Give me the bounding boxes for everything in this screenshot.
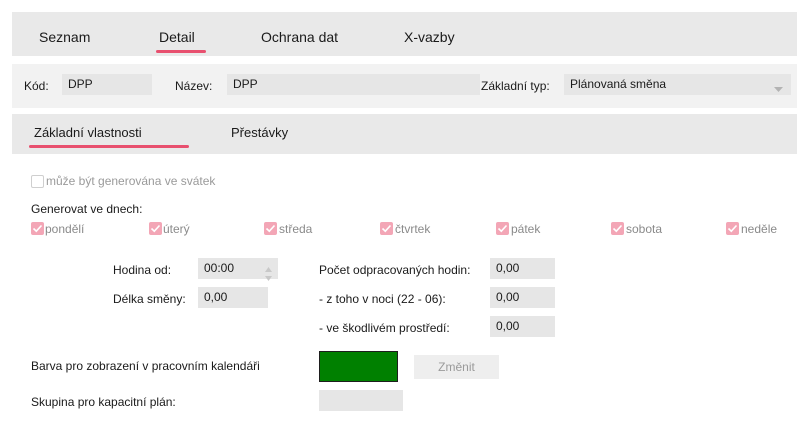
code-label: Kód: [24, 79, 49, 93]
day-checkbox-utery[interactable] [149, 222, 162, 235]
day-label-sobota: sobota [626, 222, 663, 236]
active-tab-indicator [156, 50, 206, 53]
top-tab-bar: Seznam Detail Ochrana dat X-vazby [12, 12, 797, 56]
start-hour-label: Hodina od: [113, 263, 172, 277]
capacity-group-label: Skupina pro kapacitní plán: [31, 395, 176, 409]
shift-length-field[interactable]: 0,00 [198, 287, 268, 308]
worked-hours-label: Počet odpracovaných hodin: [319, 263, 471, 277]
worked-hours-field[interactable]: 0,00 [490, 258, 555, 279]
code-field[interactable]: DPP [62, 74, 152, 95]
checkmark-icon [612, 224, 623, 233]
capacity-group-field[interactable] [319, 390, 403, 411]
tab-detail[interactable]: Detail [159, 29, 195, 45]
day-label-nedele: neděle [741, 222, 778, 236]
type-label: Základní typ: [481, 79, 550, 93]
night-hours-label: - z toho v noci (22 - 06): [319, 292, 446, 306]
header-row: Kód: DPP Název: DPP Základní typ: Plánov… [12, 64, 797, 108]
holiday-checkbox-label: může být generována ve svátek [46, 174, 216, 188]
name-label: Název: [175, 79, 213, 93]
day-label-patek: pátek [511, 222, 541, 236]
sub-tab-bar: Základní vlastnosti Přestávky [12, 114, 797, 154]
tab-prestavky[interactable]: Přestávky [231, 125, 288, 140]
day-checkbox-ctvrtek[interactable] [380, 222, 393, 235]
checkmark-icon [497, 224, 508, 233]
calendar-color-swatch[interactable] [319, 351, 398, 382]
day-checkbox-nedele[interactable] [726, 222, 739, 235]
day-checkbox-pondeli[interactable] [31, 222, 44, 235]
checkmark-icon [32, 224, 43, 233]
harmful-hours-label: - ve škodlivém prostředí: [319, 321, 450, 335]
name-field[interactable]: DPP [227, 74, 480, 95]
day-label-ctvrtek: čtvrtek [395, 222, 431, 236]
day-label-streda: středa [279, 222, 313, 236]
tab-x-vazby[interactable]: X-vazby [404, 29, 455, 45]
night-hours-field[interactable]: 0,00 [490, 287, 555, 308]
spin-down-icon[interactable] [265, 270, 272, 284]
chevron-down-icon[interactable] [774, 82, 783, 96]
holiday-checkbox[interactable] [31, 175, 44, 188]
day-checkbox-sobota[interactable] [611, 222, 624, 235]
tab-ochrana-dat[interactable]: Ochrana dat [261, 29, 338, 45]
active-subtab-indicator [29, 145, 189, 148]
shift-length-label: Délka směny: [113, 292, 186, 306]
tab-seznam[interactable]: Seznam [39, 29, 90, 45]
generate-days-label: Generovat ve dnech: [31, 202, 143, 216]
checkmark-icon [265, 224, 276, 233]
type-select-value: Plánovaná směna [570, 77, 667, 91]
calendar-color-label: Barva pro zobrazení v pracovním kalendář… [31, 359, 260, 373]
day-label-utery: úterý [163, 222, 190, 236]
tab-zakladni-vlastnosti[interactable]: Základní vlastnosti [34, 125, 142, 140]
type-select[interactable]: Plánovaná směna [564, 74, 791, 95]
checkmark-icon [381, 224, 392, 233]
harmful-hours-field[interactable]: 0,00 [490, 316, 555, 337]
checkmark-icon [150, 224, 161, 233]
day-checkbox-streda[interactable] [264, 222, 277, 235]
change-color-button[interactable]: Změnit [414, 355, 499, 379]
day-checkbox-patek[interactable] [496, 222, 509, 235]
day-label-pondeli: pondělí [45, 222, 85, 236]
start-hour-value: 00:00 [204, 261, 235, 275]
checkmark-icon [727, 224, 738, 233]
